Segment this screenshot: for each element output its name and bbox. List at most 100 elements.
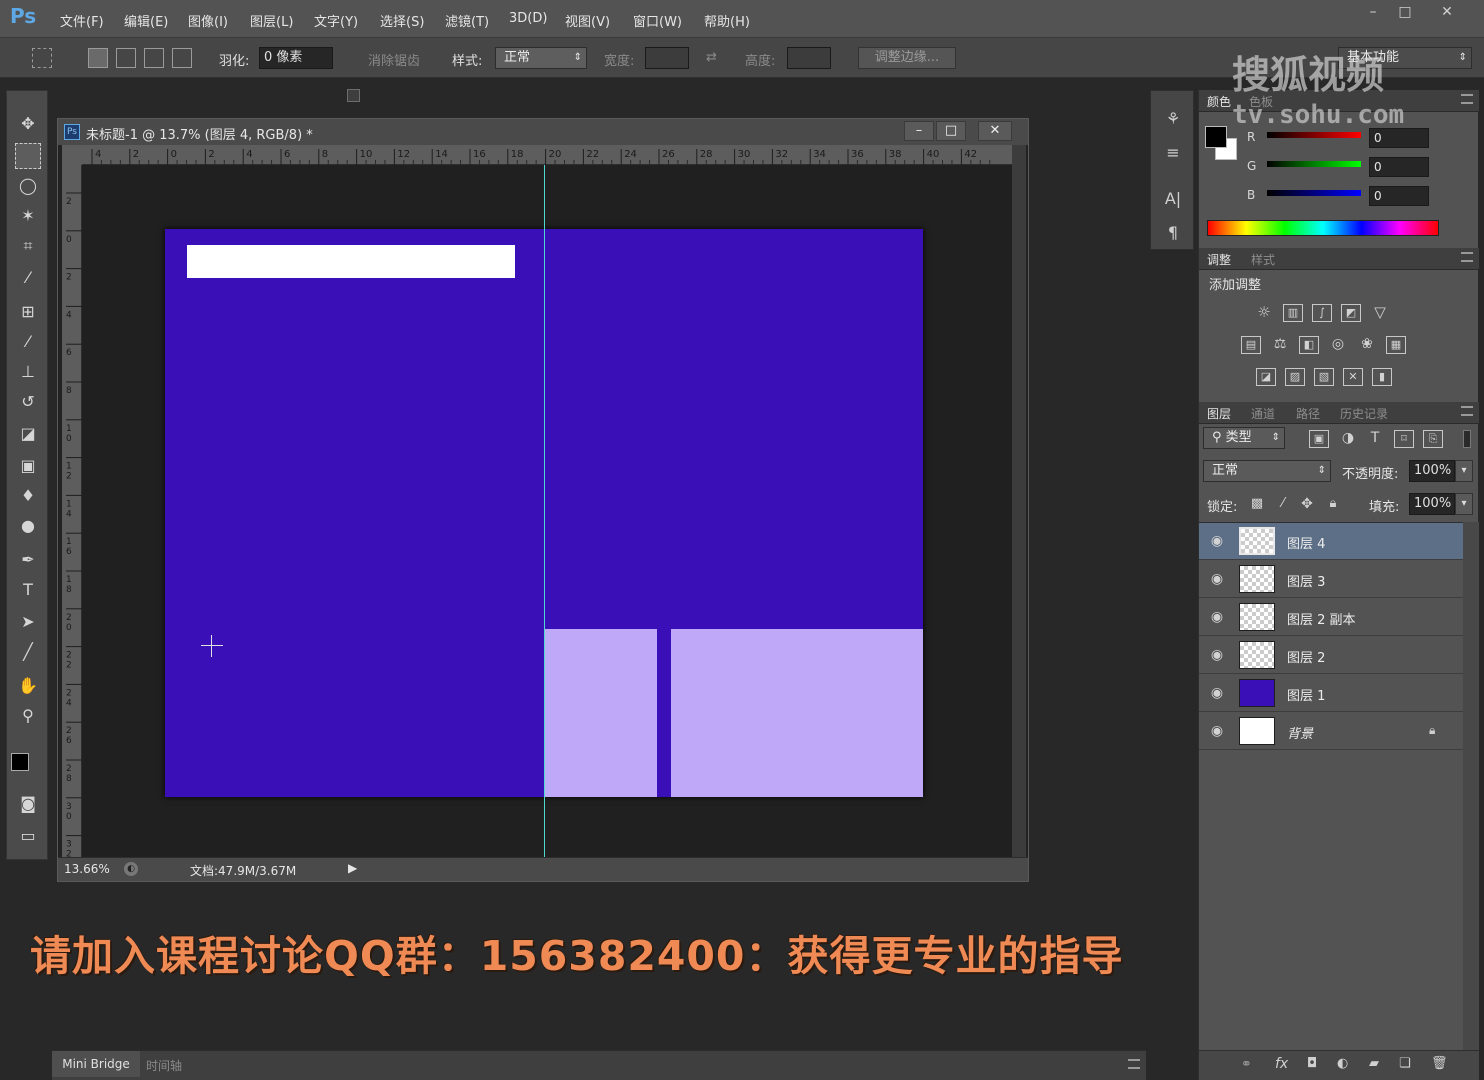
visibility-eye-icon[interactable]: ◉ — [1209, 723, 1225, 739]
layer-row-1[interactable]: ◉ 图层 1 — [1199, 675, 1463, 712]
opacity-dropdown-icon[interactable]: ▾ — [1455, 460, 1473, 482]
lasso-tool-icon[interactable]: ◯ — [15, 173, 41, 199]
red-slider[interactable] — [1267, 132, 1361, 138]
magic-wand-tool-icon[interactable]: ✶ — [15, 203, 41, 229]
layer-row-background[interactable]: ◉ 背景 🔒︎ — [1199, 713, 1463, 750]
channel-mixer-icon[interactable]: ❀ — [1357, 336, 1377, 354]
filter-shape-icon[interactable]: ⌑ — [1394, 430, 1414, 448]
intersect-selection-icon[interactable] — [172, 48, 192, 68]
foreground-color-swatch[interactable] — [11, 753, 29, 771]
height-input[interactable] — [787, 47, 831, 69]
curves-icon[interactable]: ∫ — [1312, 304, 1332, 322]
tab-layers[interactable]: 图层 — [1207, 405, 1231, 422]
green-value-input[interactable]: 0 — [1369, 157, 1429, 177]
zoom-level[interactable]: 13.66% — [64, 862, 110, 876]
vertical-guide[interactable] — [544, 165, 545, 857]
new-adjustment-layer-icon[interactable]: ◐ — [1337, 1056, 1348, 1071]
tab-styles[interactable]: 样式 — [1251, 251, 1275, 268]
color-spectrum-ramp[interactable] — [1207, 220, 1439, 236]
layer-row-2[interactable]: ◉ 图层 2 — [1199, 637, 1463, 674]
menu-edit[interactable]: 编辑(E) — [124, 11, 168, 30]
lock-all-icon[interactable]: 🔒︎ — [1323, 496, 1343, 514]
brightness-contrast-icon[interactable]: ☼ — [1254, 304, 1274, 322]
screen-mode-icon[interactable]: ▭ — [15, 823, 41, 849]
blend-mode-select[interactable]: 正常 ⇕ — [1203, 460, 1331, 482]
layer-filter-select[interactable]: ⚲ 类型 ⇕ — [1203, 427, 1285, 449]
add-selection-icon[interactable] — [116, 48, 136, 68]
layer-row-4[interactable]: ◉ 图层 4 — [1199, 523, 1463, 560]
marquee-tool-icon[interactable] — [15, 143, 41, 169]
filter-adjustment-icon[interactable]: ◑ — [1338, 430, 1358, 448]
brush-settings-icon[interactable]: ≡ — [1161, 141, 1185, 165]
blue-slider[interactable] — [1267, 190, 1361, 196]
doc-maximize-button[interactable]: □ — [936, 121, 966, 141]
close-button[interactable]: ✕ — [1432, 2, 1462, 22]
minimize-button[interactable]: – — [1358, 2, 1388, 22]
line-tool-icon[interactable]: ╱ — [15, 639, 41, 665]
opacity-input[interactable]: 100% — [1409, 460, 1455, 482]
document-tab[interactable]: Ps 未标题-1 @ 13.7% (图层 4, RGB/8) * – □ ✕ — [58, 119, 1028, 145]
menu-3d[interactable]: 3D(D) — [509, 11, 547, 26]
gradient-tool-icon[interactable]: ▣ — [15, 453, 41, 479]
tool-presets-icon[interactable]: ⚘ — [1161, 107, 1185, 131]
filter-smart-object-icon[interactable]: ⎘ — [1423, 430, 1443, 448]
blue-value-input[interactable]: 0 — [1369, 186, 1429, 206]
hand-tool-icon[interactable]: ✋ — [15, 673, 41, 699]
vertical-scrollbar[interactable] — [1012, 145, 1026, 857]
maximize-button[interactable]: □ — [1390, 2, 1420, 22]
dodge-tool-icon[interactable]: ● — [15, 513, 41, 539]
panel-menu-icon[interactable] — [1461, 94, 1473, 104]
visibility-eye-icon[interactable]: ◉ — [1209, 685, 1225, 701]
ruler-corner[interactable] — [62, 145, 82, 165]
zoom-tool-icon[interactable]: ⚲ — [15, 703, 41, 729]
feather-input[interactable]: 0 像素 — [259, 47, 333, 69]
color-foreground-swatch[interactable] — [1205, 126, 1227, 148]
tab-adjustments[interactable]: 调整 — [1207, 251, 1231, 268]
marquee-preset-icon[interactable] — [32, 48, 52, 68]
lock-position-icon[interactable]: ✥ — [1297, 496, 1317, 514]
light-block-left[interactable] — [544, 629, 657, 797]
menu-type[interactable]: 文字(Y) — [314, 11, 358, 30]
threshold-icon[interactable]: ▧ — [1314, 368, 1334, 386]
color-balance-icon[interactable]: ⚖ — [1270, 336, 1290, 354]
eraser-tool-icon[interactable]: ◪ — [15, 421, 41, 447]
swap-icon[interactable]: ⇄ — [706, 50, 717, 65]
width-input[interactable] — [645, 47, 689, 69]
link-layers-icon[interactable]: ⚭ — [1241, 1057, 1252, 1072]
type-tool-icon[interactable]: T — [15, 577, 41, 603]
quick-mask-icon[interactable]: ◙ — [15, 791, 41, 817]
panel-menu-icon[interactable] — [1461, 252, 1473, 262]
green-slider[interactable] — [1267, 161, 1361, 167]
lock-transparent-icon[interactable]: ▩ — [1247, 496, 1267, 514]
style-select[interactable]: 正常 ⇕ — [495, 47, 587, 69]
visibility-eye-icon[interactable]: ◉ — [1209, 609, 1225, 625]
menu-layer[interactable]: 图层(L) — [250, 11, 293, 30]
menu-window[interactable]: 窗口(W) — [633, 11, 682, 30]
refine-edge-button[interactable]: 调整边缘... — [858, 47, 956, 69]
blur-tool-icon[interactable]: ♦ — [15, 483, 41, 509]
brush-tool-icon[interactable]: ⁄ — [15, 329, 41, 355]
panel-menu-icon[interactable] — [1128, 1059, 1140, 1069]
eyedropper-tool-icon[interactable]: ⁄ — [15, 265, 41, 291]
delete-layer-icon[interactable]: 🗑︎ — [1431, 1056, 1448, 1071]
move-tool-icon[interactable]: ✥ — [15, 111, 41, 137]
light-block-right[interactable] — [671, 629, 923, 797]
panel-menu-icon[interactable] — [1461, 406, 1473, 416]
filter-pixel-icon[interactable]: ▣ — [1309, 430, 1329, 448]
menu-file[interactable]: 文件(F) — [60, 11, 104, 30]
tab-color[interactable]: 颜色 — [1207, 93, 1231, 110]
menu-help[interactable]: 帮助(H) — [704, 11, 750, 30]
menu-filter[interactable]: 滤镜(T) — [445, 11, 489, 30]
red-value-input[interactable]: 0 — [1369, 128, 1429, 148]
visibility-eye-icon[interactable]: ◉ — [1209, 647, 1225, 663]
canvas-area[interactable] — [82, 165, 1012, 857]
layer-style-fx-icon[interactable]: fx — [1275, 1056, 1288, 1072]
character-panel-icon[interactable]: A| — [1161, 187, 1185, 211]
menu-select[interactable]: 选择(S) — [380, 11, 424, 30]
tab-paths[interactable]: 路径 — [1296, 405, 1320, 422]
fill-dropdown-icon[interactable]: ▾ — [1455, 493, 1473, 515]
visibility-eye-icon[interactable]: ◉ — [1209, 571, 1225, 587]
path-selection-tool-icon[interactable]: ➤ — [15, 609, 41, 635]
doc-minimize-button[interactable]: – — [904, 121, 934, 141]
tab-timeline[interactable]: 时间轴 — [146, 1057, 182, 1074]
